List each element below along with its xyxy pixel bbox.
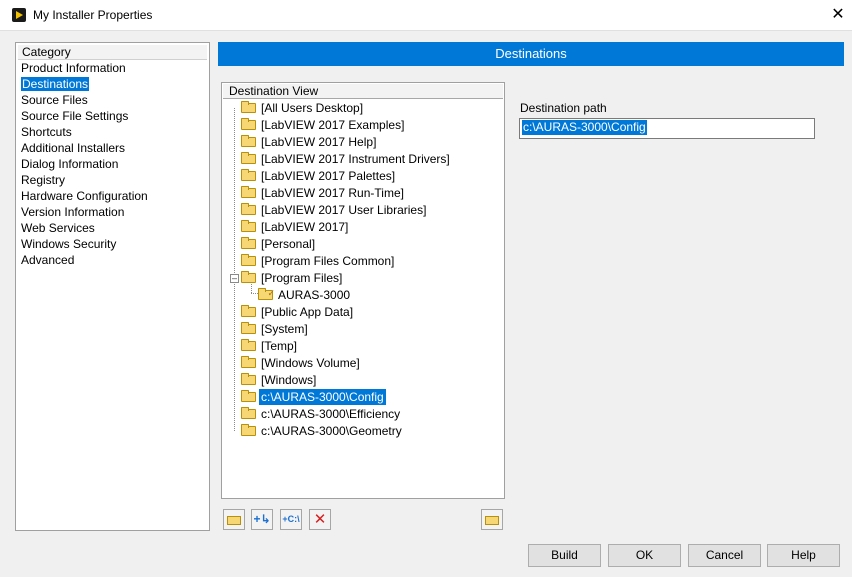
add-folder-icon (227, 516, 241, 525)
folder-icon (241, 305, 256, 317)
category-item-hardware-configuration[interactable]: Hardware Configuration (16, 188, 209, 204)
folder-icon (241, 237, 256, 249)
category-item-dialog-information[interactable]: Dialog Information (16, 156, 209, 172)
folder-icon (241, 254, 256, 266)
folder-icon (241, 339, 256, 351)
destination-path-value: c:\AURAS-3000\Config (522, 120, 647, 135)
category-list: Category Product Information Destination… (15, 42, 210, 531)
browse-folder-button[interactable] (481, 509, 503, 530)
collapse-icon[interactable]: – (230, 274, 239, 283)
delete-icon: ✕ (313, 511, 327, 528)
cancel-button[interactable]: Cancel (688, 544, 761, 567)
category-item-version-information[interactable]: Version Information (16, 204, 209, 220)
category-item-source-file-settings[interactable]: Source File Settings (16, 108, 209, 124)
tree-connector (234, 108, 235, 431)
folder-icon (241, 101, 256, 113)
build-button[interactable]: Build (528, 544, 601, 567)
add-destination-icon: +↳ (253, 512, 271, 526)
folder-icon (241, 407, 256, 419)
tree-body: [All Users Desktop] [LabVIEW 2017 Exampl… (222, 100, 504, 498)
category-item-registry[interactable]: Registry (16, 172, 209, 188)
folder-icon (241, 424, 256, 436)
folder-icon (241, 271, 256, 283)
category-item-product-information[interactable]: Product Information (16, 60, 209, 76)
folder-icon (485, 516, 499, 525)
folder-icon (241, 169, 256, 181)
labview-icon (12, 8, 26, 22)
section-title: Destinations (218, 42, 844, 66)
folder-icon (241, 152, 256, 164)
window-title: My Installer Properties (33, 8, 153, 22)
delete-button[interactable]: ✕ (309, 509, 331, 530)
ok-button[interactable]: OK (608, 544, 681, 567)
category-header: Category (18, 45, 207, 60)
category-item-additional-installers[interactable]: Additional Installers (16, 140, 209, 156)
category-item-advanced[interactable]: Advanced (16, 252, 209, 268)
add-folder-button[interactable] (223, 509, 245, 530)
folder-icon (258, 288, 275, 300)
folder-icon (241, 322, 256, 334)
folder-icon (241, 390, 256, 402)
folder-icon (241, 220, 256, 232)
destination-path-label: Destination path (520, 101, 607, 115)
destination-path-input[interactable]: c:\AURAS-3000\Config (519, 118, 815, 139)
destination-tree: Destination View [All Users Desktop] [La… (221, 82, 505, 499)
folder-icon (241, 186, 256, 198)
help-button[interactable]: Help (767, 544, 840, 567)
add-destination-button[interactable]: +↳ (251, 509, 273, 530)
add-path-icon: +C:\ (282, 514, 300, 524)
category-item-destinations[interactable]: Destinations (16, 76, 209, 92)
category-item-source-files[interactable]: Source Files (16, 92, 209, 108)
category-item-windows-security[interactable]: Windows Security (16, 236, 209, 252)
close-icon[interactable]: ✕ (826, 3, 850, 27)
add-path-button[interactable]: +C:\ (280, 509, 302, 530)
folder-icon (241, 118, 256, 130)
destination-view-header: Destination View (223, 84, 503, 99)
category-item-web-services[interactable]: Web Services (16, 220, 209, 236)
category-item-shortcuts[interactable]: Shortcuts (16, 124, 209, 140)
folder-icon (241, 356, 256, 368)
tree-connector (251, 284, 252, 293)
title-bar: My Installer Properties ✕ (0, 0, 852, 31)
folder-icon (241, 203, 256, 215)
folder-icon (241, 135, 256, 147)
folder-icon (241, 373, 256, 385)
